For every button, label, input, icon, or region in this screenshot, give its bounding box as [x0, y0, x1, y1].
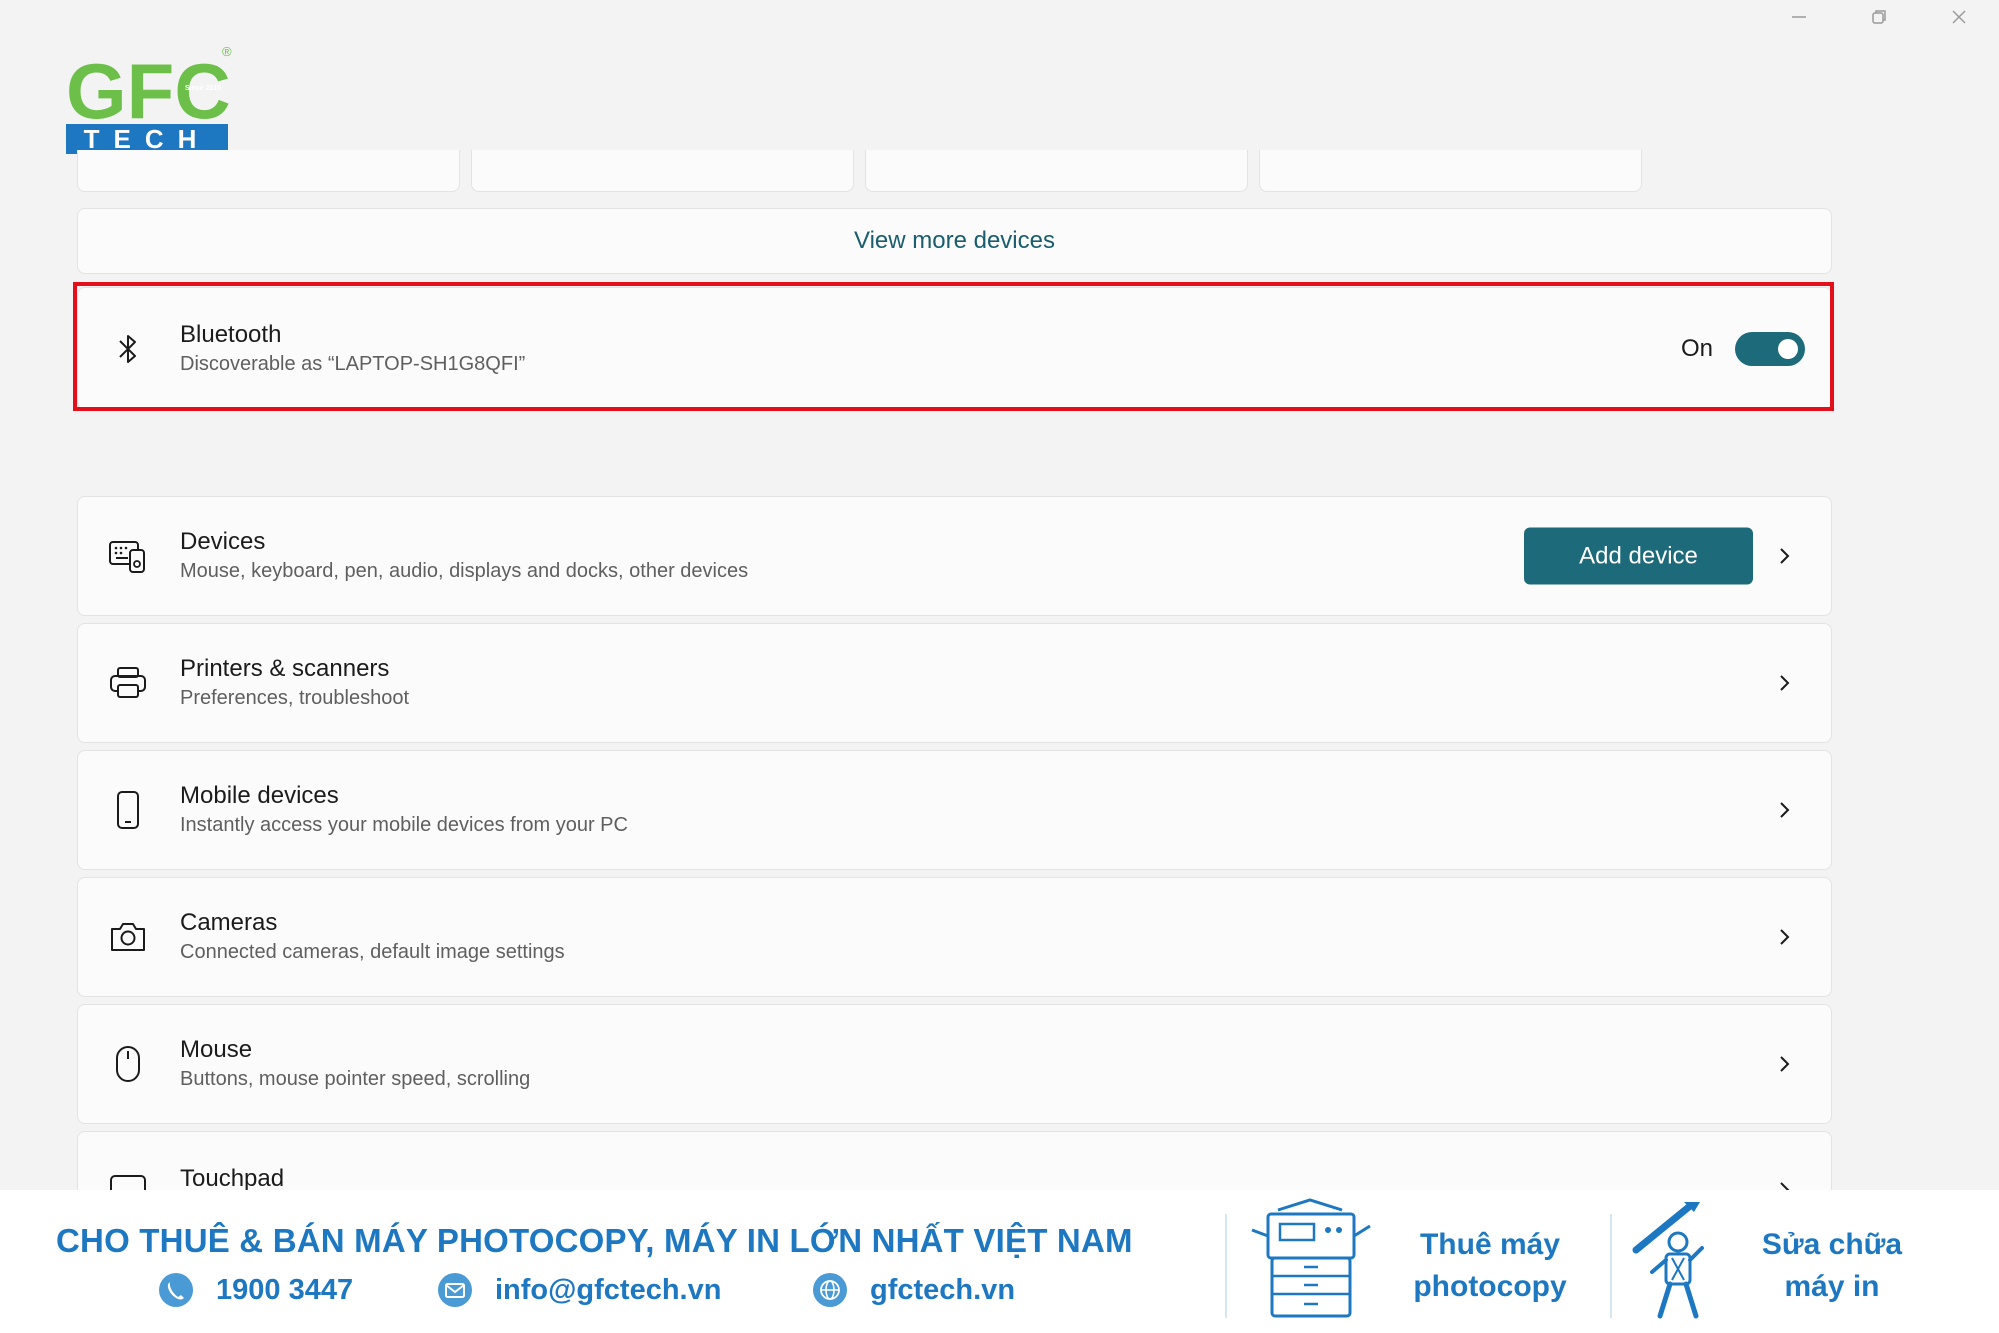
- bluetooth-subtitle: Discoverable as “LAPTOP-SH1G8QFI”: [180, 352, 526, 375]
- close-button[interactable]: [1919, 0, 1999, 34]
- mobile-devices-title: Mobile devices: [180, 782, 339, 809]
- mouse-text: Mouse Buttons, mouse pointer speed, scro…: [180, 1035, 530, 1093]
- printers-scanners-text: Printers & scanners Preferences, trouble…: [180, 654, 409, 712]
- devices-subtitle: Mouse, keyboard, pen, audio, displays an…: [180, 560, 749, 582]
- chevron-right-icon: [1780, 1056, 1790, 1072]
- phone-icon: [108, 790, 148, 830]
- touchpad-icon: [108, 1174, 148, 1190]
- bluetooth-title: Bluetooth: [180, 320, 282, 348]
- photocopier-icon: [1248, 1196, 1374, 1320]
- globe-icon: [813, 1273, 847, 1307]
- bluetooth-toggle-group: On: [1680, 331, 1805, 366]
- devices-title: Devices: [180, 528, 266, 555]
- website-url: gfctech.vn: [870, 1273, 1016, 1306]
- repair-technician-icon: [1628, 1198, 1720, 1322]
- mouse-subtitle: Buttons, mouse pointer speed, scrolling: [180, 1068, 531, 1090]
- phone-contact[interactable]: 1900 3447: [158, 1272, 353, 1308]
- devices-icon: [108, 536, 148, 576]
- restore-icon: [1872, 10, 1886, 24]
- chevron-right-icon: [1780, 929, 1790, 945]
- email-contact[interactable]: info@gfctech.vn: [437, 1272, 721, 1308]
- banner-headline: CHO THUÊ & BÁN MÁY PHOTOCOPY, MÁY IN LỚN…: [56, 1222, 1133, 1259]
- window-controls: [1759, 0, 1999, 34]
- banner-divider: [1610, 1214, 1612, 1318]
- cameras-title: Cameras: [180, 909, 278, 936]
- logo-registered-mark: ®: [222, 44, 232, 59]
- devices-text: Devices Mouse, keyboard, pen, audio, dis…: [180, 527, 748, 585]
- mobile-devices-row[interactable]: Mobile devices Instantly access your mob…: [77, 750, 1832, 870]
- touchpad-row[interactable]: Touchpad: [77, 1131, 1832, 1190]
- device-tile[interactable]: [471, 150, 854, 192]
- bluetooth-toggle-label: On: [1680, 334, 1713, 362]
- devices-row[interactable]: Devices Mouse, keyboard, pen, audio, dis…: [77, 496, 1832, 616]
- device-tile[interactable]: [1259, 150, 1642, 192]
- printer-icon: [108, 663, 148, 703]
- website-contact[interactable]: gfctech.vn: [812, 1272, 1015, 1308]
- service-repair-printer: Sửa chữa máy in: [1761, 1228, 1903, 1303]
- toggle-knob: [1778, 338, 1798, 359]
- cameras-text: Cameras Connected cameras, default image…: [180, 908, 565, 966]
- bluetooth-toggle[interactable]: [1735, 331, 1805, 366]
- cameras-subtitle: Connected cameras, default image setting…: [180, 941, 565, 963]
- chevron-right-icon: [1780, 675, 1790, 691]
- logo-badge: Since 2010: [185, 85, 221, 92]
- promo-banner: CHO THUÊ & BÁN MÁY PHOTOCOPY, MÁY IN LỚN…: [0, 1190, 1999, 1333]
- phone-number: 1900 3447: [216, 1273, 354, 1306]
- minimize-icon: [1792, 16, 1806, 18]
- minimize-button[interactable]: [1759, 0, 1839, 34]
- close-icon: [1952, 10, 1966, 24]
- chevron-right-icon: [1780, 1182, 1790, 1190]
- bluetooth-text: Bluetooth Discoverable as “LAPTOP-SH1G8Q…: [180, 320, 525, 378]
- camera-icon: [108, 917, 148, 957]
- view-more-devices-label: View more devices: [854, 227, 1055, 254]
- cameras-row[interactable]: Cameras Connected cameras, default image…: [77, 877, 1832, 997]
- printers-scanners-title: Printers & scanners: [180, 655, 390, 682]
- phone-icon: [159, 1273, 193, 1307]
- service-rent-photocopy: Thuê máy photocopy: [1413, 1228, 1567, 1303]
- bluetooth-icon: [108, 329, 148, 369]
- gfc-tech-logo: GFC Since 2010 ® TECH: [66, 42, 242, 154]
- view-more-devices-button[interactable]: View more devices: [77, 208, 1832, 274]
- mobile-devices-text: Mobile devices Instantly access your mob…: [180, 781, 628, 839]
- email-icon: [438, 1273, 472, 1307]
- touchpad-title: Touchpad: [180, 1165, 285, 1190]
- chevron-right-icon: [1780, 802, 1790, 818]
- mouse-title: Mouse: [180, 1036, 253, 1063]
- add-device-button[interactable]: Add device: [1524, 527, 1753, 585]
- bluetooth-card[interactable]: Bluetooth Discoverable as “LAPTOP-SH1G8Q…: [77, 287, 1832, 410]
- printers-scanners-subtitle: Preferences, troubleshoot: [180, 687, 410, 709]
- device-tile[interactable]: [865, 150, 1248, 192]
- mouse-icon: [108, 1044, 148, 1084]
- banner-divider: [1225, 1214, 1227, 1318]
- restore-button[interactable]: [1839, 0, 1919, 34]
- chevron-right-icon: [1780, 548, 1790, 564]
- device-tile[interactable]: [77, 150, 460, 192]
- printers-scanners-row[interactable]: Printers & scanners Preferences, trouble…: [77, 623, 1832, 743]
- mobile-devices-subtitle: Instantly access your mobile devices fro…: [180, 814, 628, 836]
- email-address: info@gfctech.vn: [495, 1273, 722, 1306]
- mouse-row[interactable]: Mouse Buttons, mouse pointer speed, scro…: [77, 1004, 1832, 1124]
